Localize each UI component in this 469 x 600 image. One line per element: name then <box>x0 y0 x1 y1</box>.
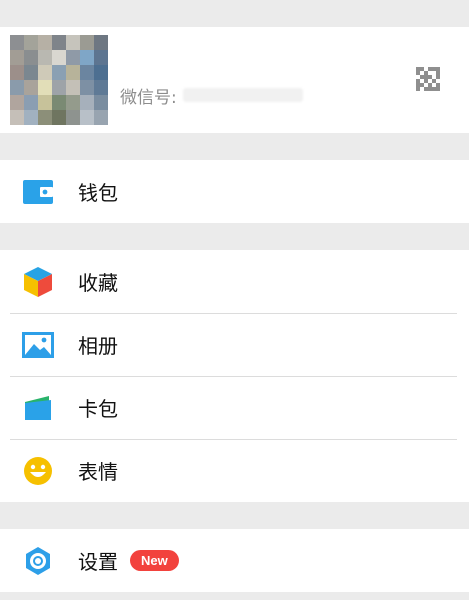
qr-code-icon[interactable] <box>416 67 440 91</box>
avatar[interactable] <box>10 35 108 125</box>
gear-icon <box>22 545 54 577</box>
cube-icon <box>22 266 54 298</box>
card-wallet-icon <box>22 392 54 424</box>
section-gap <box>0 223 469 250</box>
settings-group: 设置 New <box>0 529 469 592</box>
menu-item-label: 卡包 <box>78 397 118 421</box>
photo-album-icon <box>22 329 54 361</box>
menu-item-wallet[interactable]: 钱包 <box>0 160 469 223</box>
menu-item-label: 设置 <box>78 550 118 574</box>
menu-item-settings[interactable]: 设置 New <box>0 529 469 592</box>
smiley-icon <box>22 455 54 487</box>
top-spacer <box>0 0 469 27</box>
menu-item-label: 相册 <box>78 334 118 358</box>
menu-item-stickers[interactable]: 表情 <box>0 439 469 502</box>
new-badge: New <box>130 550 179 571</box>
wallet-icon <box>22 176 54 208</box>
menu-item-label: 收藏 <box>78 271 118 295</box>
menu-item-album[interactable]: 相册 <box>0 313 469 376</box>
wechat-id-value <box>182 88 303 102</box>
menu-item-label: 钱包 <box>78 181 118 205</box>
menu-item-favorites[interactable]: 收藏 <box>0 250 469 313</box>
menu-item-cards[interactable]: 卡包 <box>0 376 469 439</box>
profile-card[interactable]: 微信号: <box>0 27 469 133</box>
section-gap <box>0 133 469 160</box>
content-group: 收藏 相册 卡包 表情 <box>0 250 469 502</box>
wallet-group: 钱包 <box>0 160 469 223</box>
menu-item-label: 表情 <box>78 460 118 484</box>
wechat-id-label: 微信号: <box>120 87 177 108</box>
section-gap <box>0 502 469 529</box>
